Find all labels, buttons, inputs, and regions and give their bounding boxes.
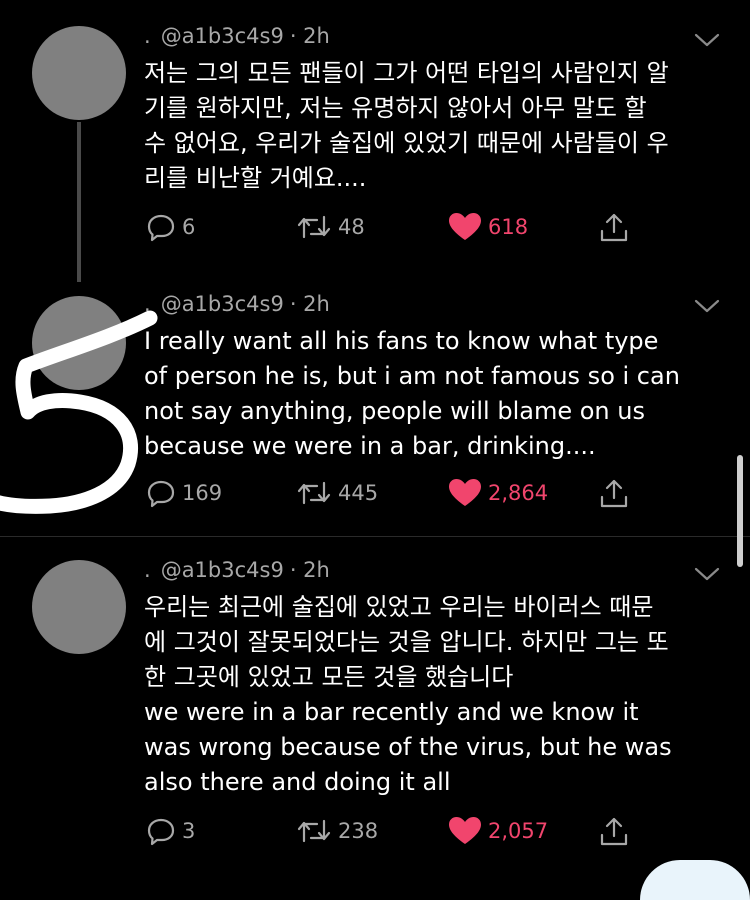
share-button[interactable] [598, 816, 630, 848]
share-button[interactable] [598, 212, 630, 244]
share-icon [600, 213, 628, 242]
timestamp: · 2h [289, 558, 330, 582]
reply-icon [147, 818, 175, 846]
tweet-text-line: was wrong because of the virus, but he w… [144, 733, 672, 761]
share-icon [600, 817, 628, 846]
like-button[interactable]: 2,057 [448, 816, 548, 846]
retweet-button[interactable]: 48 [296, 212, 365, 242]
tweet-text-line: 저는 그의 모든 팬들이 그가 어떤 타입의 사람인지 알 [144, 59, 669, 87]
reply-icon [147, 480, 175, 508]
tweet-text-line: 기를 원하지만, 저는 유명하지 않아서 아무 말도 할 [144, 94, 647, 122]
retweet-icon [297, 481, 331, 505]
timestamp: · 2h [289, 292, 330, 316]
retweet-button[interactable]: 445 [296, 478, 378, 508]
like-button[interactable]: 2,864 [448, 478, 548, 508]
tweet-actions: 169 445 2,864 [144, 478, 744, 518]
tweet-header: . @a1b3c4s9 · 2h [144, 292, 330, 316]
user-handle[interactable]: @a1b3c4s9 [161, 292, 284, 316]
tweet-text: 저는 그의 모든 팬들이 그가 어떤 타입의 사람인지 알 기를 원하지만, 저… [144, 56, 734, 196]
heart-icon [449, 213, 481, 240]
like-count: 2,864 [488, 481, 549, 505]
scrollbar[interactable] [737, 455, 743, 567]
name-bullet: . [144, 292, 151, 316]
tweet-actions: 3 238 2,057 [144, 816, 744, 856]
tweet-text-line: 에 그것이 잘못되었다는 것을 압니다. 하지만 그는 또 [144, 628, 669, 656]
like-button[interactable]: 618 [448, 212, 528, 242]
tweet-divider [0, 536, 750, 537]
reply-button[interactable]: 3 [146, 816, 195, 846]
tweet-text-line: 한 그곳에 있었고 모든 것을 했습니다 [144, 663, 514, 691]
chevron-down-icon[interactable] [694, 566, 720, 582]
reply-icon [147, 214, 175, 242]
share-button[interactable] [598, 478, 630, 510]
retweet-icon [297, 819, 331, 843]
reply-button[interactable]: 6 [146, 212, 195, 242]
tweet-text-line: also there and doing it all [144, 768, 451, 796]
name-bullet: . [144, 24, 151, 48]
compose-button[interactable] [640, 860, 750, 900]
tweet-text: 우리는 최근에 술집에 있었고 우리는 바이러스 때문 에 그것이 잘못되었다는… [144, 590, 734, 800]
tweet-text: I really want all his fans to know what … [144, 324, 734, 464]
chevron-down-icon[interactable] [694, 298, 720, 314]
retweet-count: 48 [338, 215, 365, 239]
tweet-header: . @a1b3c4s9 · 2h [144, 24, 330, 48]
tweet-text-line: not say anything, people will blame on u… [144, 397, 645, 425]
like-count: 2,057 [488, 819, 549, 843]
user-handle[interactable]: @a1b3c4s9 [161, 558, 284, 582]
thread-line [77, 122, 81, 282]
avatar[interactable] [32, 296, 126, 390]
timestamp: · 2h [289, 24, 330, 48]
chevron-down-icon[interactable] [694, 32, 720, 48]
retweet-button[interactable]: 238 [296, 816, 378, 846]
tweet-text-line: 리를 비난할 거예요.... [144, 164, 367, 192]
avatar[interactable] [32, 26, 126, 120]
reply-count: 3 [182, 819, 196, 843]
reply-button[interactable]: 169 [146, 478, 222, 508]
retweet-icon [297, 215, 331, 239]
tweet-text-line: I really want all his fans to know what … [144, 327, 659, 355]
avatar[interactable] [32, 560, 126, 654]
tweet-text-line: we were in a bar recently and we know it [144, 698, 639, 726]
tweet-text-line: 우리는 최근에 술집에 있었고 우리는 바이러스 때문 [144, 593, 654, 621]
heart-icon [449, 479, 481, 506]
tweet-text-line: 수 없어요, 우리가 술집에 있었기 때문에 사람들이 우 [144, 129, 669, 157]
user-handle[interactable]: @a1b3c4s9 [161, 24, 284, 48]
heart-icon [449, 817, 481, 844]
retweet-count: 238 [338, 819, 379, 843]
tweet-header: . @a1b3c4s9 · 2h [144, 558, 330, 582]
reply-count: 6 [182, 215, 196, 239]
tweet-actions: 6 48 618 [144, 212, 744, 252]
reply-count: 169 [182, 481, 223, 505]
name-bullet: . [144, 558, 151, 582]
retweet-count: 445 [338, 481, 379, 505]
tweet-text-line: of person he is, but i am not famous so … [144, 362, 680, 390]
like-count: 618 [488, 215, 529, 239]
share-icon [600, 479, 628, 508]
tweet-text-line: because we were in a bar, drinking.... [144, 432, 596, 460]
